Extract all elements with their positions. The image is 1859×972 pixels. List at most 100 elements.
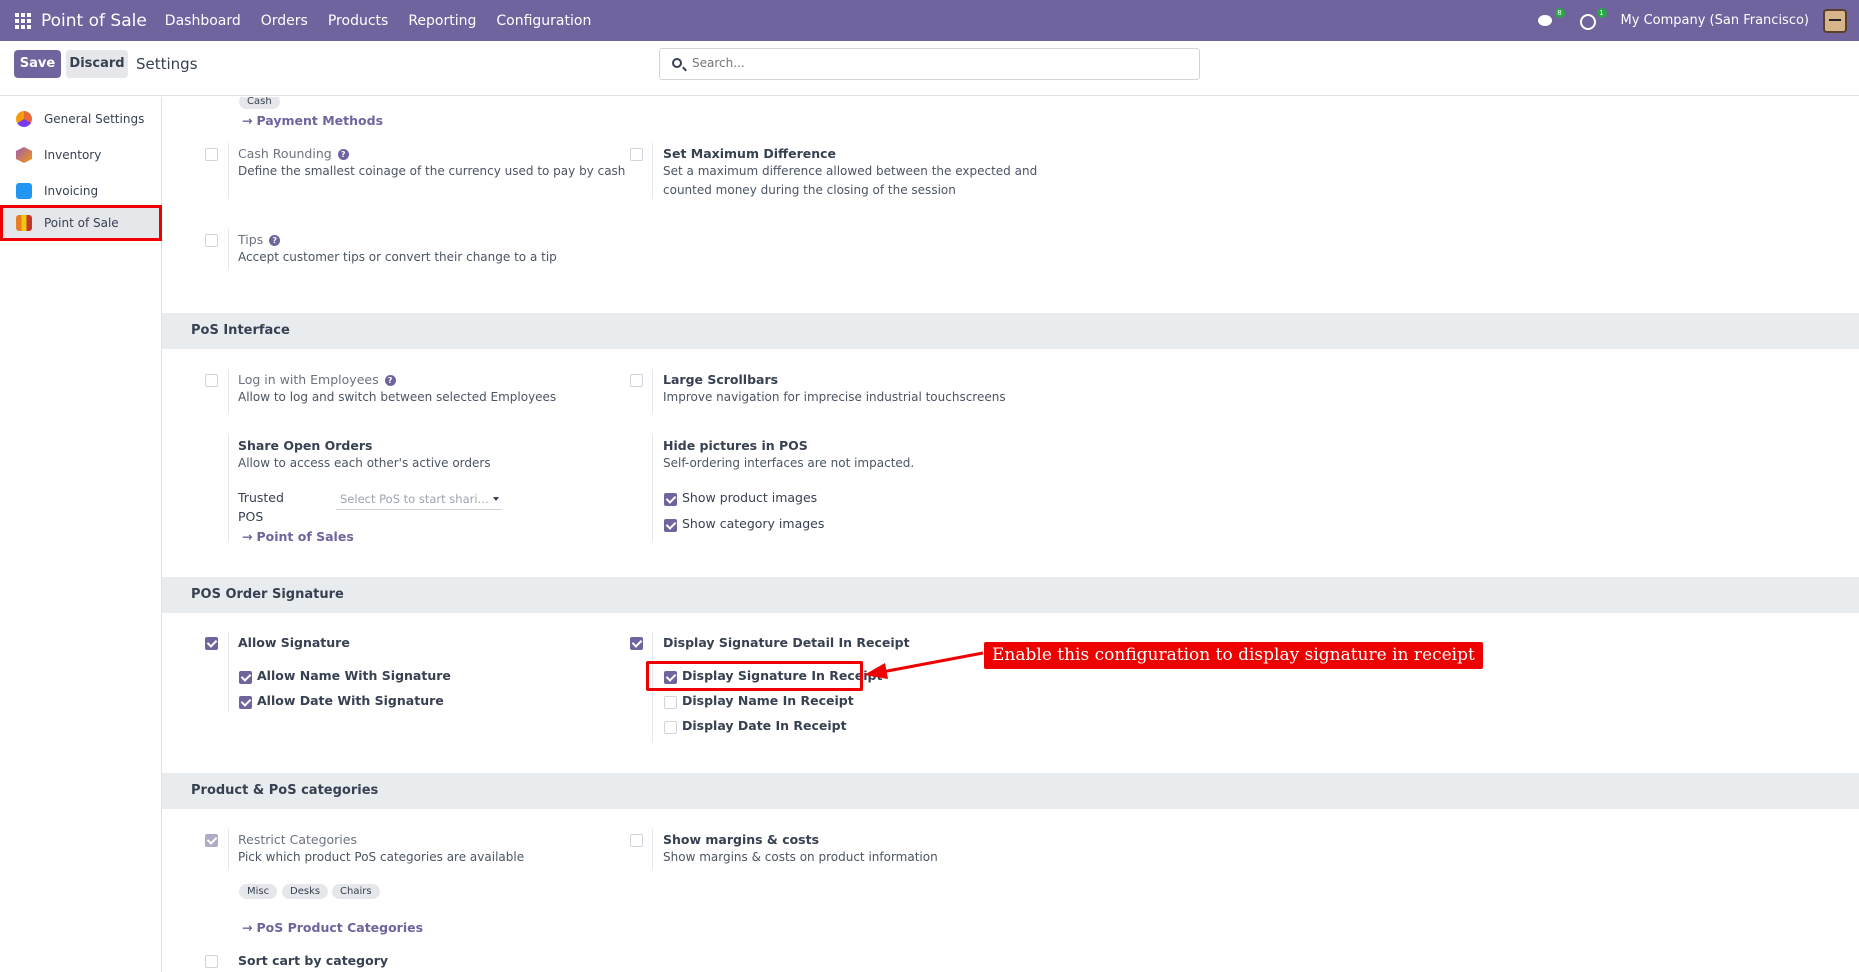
- max-difference-desc-line1: Set a maximum difference allowed between…: [663, 164, 1038, 178]
- cash-rounding-desc: Define the smallest coinage of the curre…: [238, 164, 626, 178]
- menu-products[interactable]: Products: [328, 13, 388, 29]
- tips-checkbox[interactable]: [205, 234, 218, 247]
- show-product-images-checkbox[interactable]: [664, 493, 677, 506]
- category-tag-chairs[interactable]: Chairs: [332, 884, 380, 899]
- display-date-checkbox[interactable]: [664, 721, 677, 734]
- payment-methods-link[interactable]: → Payment Methods: [242, 113, 383, 128]
- divider: [228, 229, 229, 269]
- large-scrollbars-title: Large Scrollbars: [663, 372, 779, 387]
- sort-cart-title: Sort cart by category: [238, 953, 389, 968]
- show-product-images-label: Show product images: [682, 490, 818, 505]
- divider: [652, 143, 653, 199]
- arrow-right-icon: →: [242, 920, 253, 935]
- hide-pictures-title: Hide pictures in POS: [663, 438, 808, 453]
- show-margins-desc: Show margins & costs on product informat…: [663, 850, 938, 864]
- point-of-sales-link[interactable]: → Point of Sales: [242, 529, 354, 544]
- point-of-sale-icon: [16, 215, 32, 231]
- tips-title: Tips?: [238, 232, 281, 247]
- sidebar-item-inventory[interactable]: Inventory: [0, 137, 162, 173]
- login-employees-desc: Allow to log and switch between selected…: [238, 390, 557, 404]
- menu-reporting[interactable]: Reporting: [408, 13, 476, 29]
- section-pos-interface: PoS Interface: [162, 313, 1859, 349]
- pos-product-categories-label: PoS Product Categories: [256, 920, 424, 935]
- point-of-sales-label: Point of Sales: [256, 529, 354, 544]
- top-navbar: Point of Sale Dashboard Orders Products …: [0, 0, 1859, 41]
- search-input[interactable]: [692, 56, 1182, 70]
- allow-name-checkbox[interactable]: [239, 671, 252, 684]
- company-switcher[interactable]: My Company (San Francisco): [1621, 13, 1809, 28]
- login-employees-title: Log in with Employees?: [238, 372, 396, 387]
- restrict-categories-checkbox[interactable]: [205, 834, 218, 847]
- arrow-right-icon: →: [242, 529, 253, 544]
- annotation-arrow: [864, 651, 984, 679]
- sidebar-item-label: Inventory: [44, 148, 102, 162]
- settings-content: Cash → Payment Methods Cash Rounding? Def…: [162, 97, 1859, 972]
- show-margins-title: Show margins & costs: [663, 832, 820, 847]
- apps-menu-icon[interactable]: [15, 12, 31, 29]
- activity-icon[interactable]: 1: [1579, 7, 1607, 30]
- divider: [228, 143, 229, 199]
- category-tag-desks[interactable]: Desks: [282, 884, 329, 899]
- tips-desc: Accept customer tips or convert their ch…: [238, 250, 557, 264]
- divider: [652, 435, 653, 541]
- divider: [228, 435, 229, 541]
- discard-button[interactable]: Discard: [66, 50, 128, 78]
- menu-configuration[interactable]: Configuration: [496, 13, 591, 29]
- sidebar-item-invoicing[interactable]: Invoicing: [0, 173, 162, 209]
- activity-badge: 1: [1596, 7, 1607, 18]
- divider: [228, 632, 229, 712]
- annotation-highlight-box: [646, 661, 863, 691]
- menu-orders[interactable]: Orders: [261, 13, 308, 29]
- trusted-pos-label-line1: Trusted: [238, 490, 284, 505]
- display-name-checkbox[interactable]: [664, 696, 677, 709]
- app-name[interactable]: Point of Sale: [41, 11, 147, 31]
- share-open-orders-desc: Allow to access each other's active orde…: [238, 456, 491, 470]
- cash-rounding-checkbox[interactable]: [205, 148, 218, 161]
- show-margins-checkbox[interactable]: [630, 834, 643, 847]
- sidebar-item-label: Point of Sale: [44, 216, 119, 230]
- annotation-callout: Enable this configuration to display sig…: [984, 642, 1483, 669]
- search-box[interactable]: [659, 48, 1200, 80]
- sort-cart-checkbox[interactable]: [205, 955, 218, 968]
- sidebar-item-point-of-sale[interactable]: Point of Sale: [0, 205, 162, 241]
- user-avatar[interactable]: [1823, 8, 1847, 33]
- general-settings-icon: [16, 111, 32, 127]
- sidebar-item-label: General Settings: [44, 112, 145, 126]
- divider: [228, 369, 229, 413]
- invoicing-icon: [16, 183, 32, 199]
- display-detail-checkbox[interactable]: [630, 637, 643, 650]
- large-scrollbars-checkbox[interactable]: [630, 374, 643, 387]
- share-open-orders-title: Share Open Orders: [238, 438, 373, 453]
- allow-signature-checkbox[interactable]: [205, 637, 218, 650]
- category-tag-misc[interactable]: Misc: [239, 884, 278, 899]
- menu-dashboard[interactable]: Dashboard: [165, 13, 241, 29]
- help-icon[interactable]: ?: [337, 149, 349, 160]
- inventory-icon: [16, 147, 32, 163]
- max-difference-desc-line2: counted money during the closing of the …: [663, 183, 956, 197]
- messaging-icon[interactable]: 8: [1537, 7, 1565, 29]
- show-category-images-checkbox[interactable]: [664, 519, 677, 532]
- max-difference-checkbox[interactable]: [630, 148, 643, 161]
- sidebar-item-general-settings[interactable]: General Settings: [0, 101, 162, 137]
- allow-date-checkbox[interactable]: [239, 696, 252, 709]
- allow-signature-label: Allow Signature: [238, 635, 350, 650]
- section-product-pos-categories: Product & PoS categories: [162, 773, 1859, 809]
- help-icon[interactable]: ?: [269, 235, 281, 246]
- pos-product-categories-link[interactable]: → PoS Product Categories: [242, 920, 423, 935]
- restrict-categories-desc: Pick which product PoS categories are av…: [238, 850, 525, 864]
- divider: [652, 829, 653, 869]
- trusted-pos-select[interactable]: Select PoS to start shari...: [336, 490, 502, 510]
- search-icon: [672, 58, 682, 68]
- save-button[interactable]: Save: [14, 50, 61, 78]
- payment-methods-label: Payment Methods: [256, 113, 384, 128]
- help-icon[interactable]: ?: [384, 375, 396, 386]
- allow-date-label: Allow Date With Signature: [257, 693, 444, 708]
- settings-sidebar: General Settings Inventory Invoicing Poi…: [0, 97, 162, 972]
- allow-name-label: Allow Name With Signature: [257, 668, 451, 683]
- login-employees-checkbox[interactable]: [205, 374, 218, 387]
- divider: [228, 829, 229, 869]
- sidebar-item-label: Invoicing: [44, 184, 99, 198]
- chevron-down-icon: [493, 497, 499, 501]
- cash-tag[interactable]: Cash: [239, 97, 280, 109]
- cash-rounding-title: Cash Rounding?: [238, 146, 349, 161]
